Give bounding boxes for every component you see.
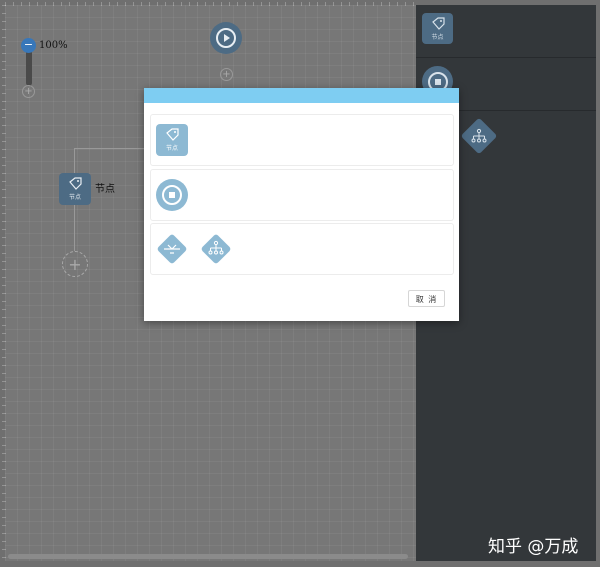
node-type-dialog: 节点 取 消	[144, 88, 459, 321]
connector-line	[74, 148, 144, 149]
start-node[interactable]	[210, 22, 242, 54]
palette-node-item[interactable]: 节点	[422, 13, 453, 44]
zoom-out-button[interactable]: −	[21, 38, 36, 53]
play-icon	[216, 28, 236, 48]
node-label: 节点	[95, 184, 115, 195]
zoom-level: 100%	[39, 40, 68, 51]
tag-icon	[166, 128, 179, 141]
condition-branch-icon	[164, 244, 180, 254]
dialog-card-node: 节点	[150, 114, 454, 166]
stop-icon	[162, 185, 182, 205]
dialog-header	[144, 88, 459, 103]
zoom-in-button[interactable]: +	[22, 85, 35, 98]
tag-icon	[69, 177, 82, 190]
dialog-card-gateways	[150, 223, 454, 275]
connector-line	[74, 148, 75, 173]
connector-line	[74, 205, 75, 251]
org-tree-icon	[208, 240, 224, 255]
dialog-end-option[interactable]	[156, 179, 188, 211]
horizontal-scrollbar[interactable]	[8, 554, 408, 559]
ruler-top	[5, 2, 416, 6]
dialog-parallel-option[interactable]	[200, 233, 232, 265]
dialog-badge-text: 节点	[165, 145, 178, 152]
tag-icon	[431, 16, 445, 30]
add-after-start-button[interactable]: +	[220, 68, 233, 81]
node-badge-text: 节点	[68, 194, 81, 201]
palette-badge-text: 节点	[431, 33, 444, 41]
watermark: 知乎 @万成	[488, 537, 579, 557]
palette-row-node: 节点	[416, 5, 596, 58]
cancel-button[interactable]: 取 消	[408, 290, 445, 307]
dialog-card-end	[150, 169, 454, 221]
dialog-condition-option[interactable]	[156, 233, 188, 265]
dialog-node-option[interactable]: 节点	[156, 124, 188, 156]
add-node-button[interactable]: +	[62, 251, 88, 277]
org-tree-icon	[464, 121, 494, 151]
zoom-slider-track[interactable]	[26, 50, 32, 86]
canvas-node[interactable]: 节点	[59, 173, 91, 205]
ruler-left	[2, 5, 6, 561]
